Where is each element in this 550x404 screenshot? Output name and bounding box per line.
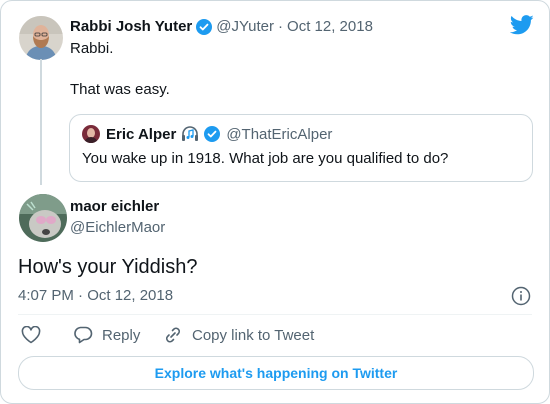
divider [18, 314, 532, 315]
thread-connector-line [40, 59, 42, 185]
quoted-author-name: Eric Alper [106, 125, 177, 143]
like-heart-icon[interactable] [21, 326, 41, 344]
tweet-author-name[interactable]: maor eichler [70, 198, 159, 215]
explore-twitter-label: Explore what's happening on Twitter [154, 365, 398, 381]
verified-badge-icon [196, 18, 213, 35]
info-icon[interactable] [511, 286, 531, 306]
rabbi-avatar[interactable] [19, 16, 63, 60]
reply-action[interactable]: Reply [73, 326, 140, 344]
parent-author-handle[interactable]: @JYuter [216, 18, 274, 35]
eric-avatar [82, 125, 100, 143]
meta-separator: · [278, 18, 284, 35]
reply-label: Reply [102, 326, 141, 344]
maor-avatar[interactable] [19, 194, 67, 242]
headphones-music-icon [182, 126, 199, 141]
parent-author-name[interactable]: Rabbi Josh Yuter [70, 18, 192, 35]
verified-badge-icon [204, 126, 221, 142]
quoted-header: Eric Alper @ThatEricAlper [106, 125, 332, 143]
tweet-text: How's your Yiddish? [18, 256, 198, 278]
tweet-timestamp[interactable]: 4:07 PM · Oct 12, 2018 [18, 287, 173, 304]
copy-link-action[interactable]: Copy link to Tweet [163, 326, 314, 344]
quoted-tweet[interactable]: Eric Alper @ThatEricAlper You wake up in… [69, 114, 533, 182]
tweet-embed-card: Rabbi Josh Yuter @JYuter · Oct 12, 2018 … [0, 0, 550, 404]
twitter-bird-icon[interactable] [510, 15, 534, 35]
explore-twitter-button[interactable]: Explore what's happening on Twitter [18, 356, 534, 390]
quoted-text: You wake up in 1918. What job are you qu… [82, 150, 449, 167]
tweet-author-handle[interactable]: @EichlerMaor [70, 219, 165, 236]
reply-icon [74, 326, 93, 344]
quoted-author-handle: @ThatEricAlper [226, 125, 333, 143]
copy-link-label: Copy link to Tweet [192, 326, 315, 344]
parent-text-line-2: That was easy. [70, 81, 170, 98]
parent-tweet-header: Rabbi Josh Yuter @JYuter · Oct 12, 2018 [70, 18, 373, 35]
parent-text-line-1: Rabbi. [70, 40, 114, 57]
link-icon [166, 327, 180, 343]
parent-date[interactable]: Oct 12, 2018 [287, 18, 373, 35]
